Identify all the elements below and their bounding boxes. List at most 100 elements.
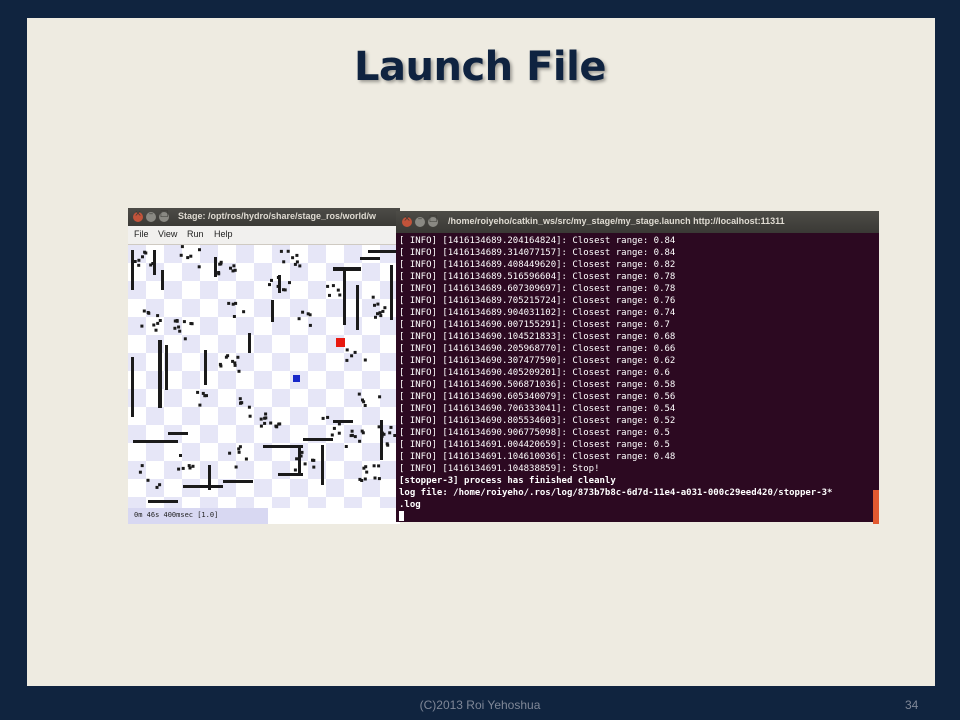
terminal-line: [ INFO] [1416134690.205968770]: Closest … bbox=[399, 344, 676, 354]
minimize-icon[interactable]: – bbox=[415, 214, 425, 227]
obstacle-dot bbox=[377, 464, 381, 468]
obstacle-dot bbox=[186, 256, 190, 260]
terminal-prompt[interactable] bbox=[399, 511, 877, 522]
obstacle-dot bbox=[328, 293, 331, 297]
obstacle-dot bbox=[350, 354, 354, 358]
menu-view[interactable]: View bbox=[158, 229, 177, 239]
obstacle-dot bbox=[358, 439, 362, 443]
obstacle-dot bbox=[345, 348, 349, 352]
obstacle-dot bbox=[203, 394, 207, 398]
close-icon[interactable]: × bbox=[133, 209, 143, 222]
obstacle-dot bbox=[138, 470, 142, 474]
obstacle-dot bbox=[177, 467, 181, 471]
obstacle-dot bbox=[337, 431, 341, 435]
terminal-window[interactable]: × – □ /home/roiyeho/catkin_ws/src/my_sta… bbox=[396, 211, 879, 522]
obstacle-dot bbox=[152, 323, 156, 327]
obstacle-dot bbox=[244, 457, 248, 461]
obstacle-dot bbox=[363, 404, 367, 407]
slide-title: Launch File bbox=[354, 44, 606, 90]
obstacle-dot bbox=[374, 315, 377, 319]
terminal-line: .log bbox=[399, 500, 421, 510]
terminal-output[interactable]: [ INFO] [1416134689.204164824]: Closest … bbox=[399, 235, 877, 522]
obstacle-dot bbox=[156, 321, 160, 325]
minimize-icon[interactable]: – bbox=[146, 209, 156, 222]
terminal-line: log file: /home/roiyeho/.ros/log/873b7b8… bbox=[399, 488, 833, 498]
obstacle-dot bbox=[300, 450, 304, 454]
obstacle-dot bbox=[189, 254, 193, 258]
obstacle-dot bbox=[158, 483, 162, 487]
terminal-line: [ INFO] [1416134689.204164824]: Closest … bbox=[399, 236, 676, 246]
maximize-icon[interactable]: □ bbox=[428, 214, 438, 227]
obstacle-dot bbox=[247, 405, 251, 409]
terminal-line: [ INFO] [1416134690.805534603]: Closest … bbox=[399, 416, 676, 426]
obstacle-dot bbox=[137, 263, 141, 267]
stage-window-title: Stage: /opt/ros/hydro/share/stage_ros/wo… bbox=[178, 211, 377, 221]
terminal-line: [ INFO] [1416134690.405209201]: Closest … bbox=[399, 368, 670, 378]
obstacle-dot bbox=[149, 263, 153, 267]
obstacle-dot bbox=[311, 458, 314, 462]
obstacle-dot bbox=[264, 412, 268, 416]
obstacle-dot bbox=[196, 390, 200, 394]
obstacle-dot bbox=[331, 284, 335, 288]
obstacle-dot bbox=[231, 269, 235, 273]
obstacle-dot bbox=[353, 435, 357, 439]
obstacle-dot bbox=[263, 421, 267, 425]
obstacle-dot bbox=[373, 303, 376, 307]
obstacle-dot bbox=[381, 309, 385, 313]
obstacle-dot bbox=[197, 265, 201, 269]
obstacle-dot bbox=[365, 470, 369, 474]
obstacle-dot bbox=[232, 264, 236, 268]
obstacle-dot bbox=[173, 326, 177, 330]
obstacle-dot bbox=[379, 314, 383, 318]
obstacle-dot bbox=[338, 293, 342, 297]
terminal-line: [ INFO] [1416134689.516596604]: Closest … bbox=[399, 272, 676, 282]
obstacle-dot bbox=[288, 281, 291, 285]
obstacle-dot bbox=[140, 324, 144, 328]
obstacle-dot bbox=[357, 392, 361, 396]
red-robot[interactable] bbox=[336, 338, 345, 347]
obstacle-dot bbox=[177, 325, 181, 329]
obstacle-dot bbox=[238, 397, 242, 401]
stage-window[interactable]: × – □ Stage: /opt/ros/hydro/share/stage_… bbox=[128, 208, 400, 524]
obstacle-dot bbox=[270, 278, 273, 282]
obstacle-dot bbox=[259, 424, 263, 428]
obstacle-dot bbox=[360, 429, 364, 433]
maximize-icon[interactable]: □ bbox=[159, 209, 169, 222]
obstacle-dot bbox=[198, 248, 201, 252]
stage-titlebar[interactable]: × – □ Stage: /opt/ros/hydro/share/stage_… bbox=[128, 208, 400, 226]
obstacle-dot bbox=[219, 260, 223, 264]
obstacle-dot bbox=[295, 260, 299, 264]
obstacle-dot bbox=[231, 302, 235, 306]
obstacle-dot bbox=[156, 314, 160, 318]
obstacle-dot bbox=[259, 417, 263, 421]
obstacle-dot bbox=[189, 322, 193, 325]
obstacle-dot bbox=[301, 310, 305, 314]
obstacle-dot bbox=[386, 443, 390, 447]
obstacle-dot bbox=[353, 350, 357, 354]
terminal-line: [ INFO] [1416134691.104610036]: Closest … bbox=[399, 452, 676, 462]
obstacle-dot bbox=[141, 255, 144, 259]
obstacle-dot bbox=[389, 425, 393, 429]
close-icon[interactable]: × bbox=[402, 214, 412, 227]
obstacle-dot bbox=[326, 284, 330, 288]
obstacle-dot bbox=[275, 425, 279, 429]
obstacle-dot bbox=[143, 250, 147, 254]
blue-robot[interactable] bbox=[293, 375, 300, 382]
obstacle-dot bbox=[239, 401, 243, 405]
terminal-line: [ INFO] [1416134689.408449620]: Closest … bbox=[399, 260, 676, 270]
obstacle-dot bbox=[227, 301, 231, 305]
menu-file[interactable]: File bbox=[134, 229, 149, 239]
obstacle-dot bbox=[378, 311, 382, 315]
obstacle-dot bbox=[133, 260, 137, 263]
obstacle-dot bbox=[232, 315, 236, 318]
obstacle-dot bbox=[140, 464, 144, 468]
obstacle-dot bbox=[269, 421, 273, 425]
menu-help[interactable]: Help bbox=[214, 229, 233, 239]
terminal-window-title: /home/roiyeho/catkin_ws/src/my_stage/my_… bbox=[448, 216, 785, 226]
stage-map-canvas[interactable] bbox=[128, 245, 400, 508]
obstacle-dot bbox=[377, 425, 381, 429]
menu-run[interactable]: Run bbox=[187, 229, 204, 239]
terminal-titlebar[interactable]: × – □ /home/roiyeho/catkin_ws/src/my_sta… bbox=[396, 211, 879, 233]
obstacle-dot bbox=[276, 276, 280, 279]
terminal-line: [stopper-3] process has finished cleanly bbox=[399, 476, 616, 486]
